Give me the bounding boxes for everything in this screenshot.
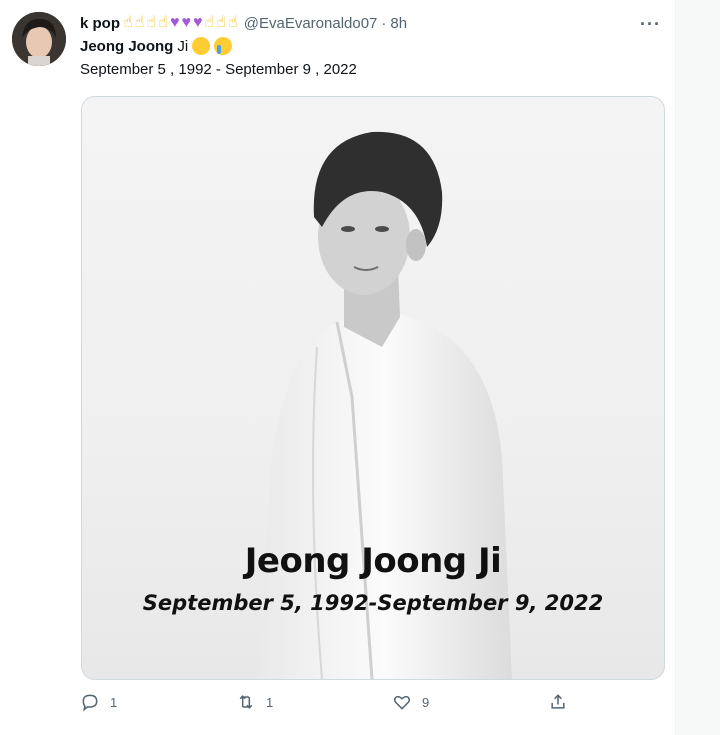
timestamp[interactable]: 8h xyxy=(390,15,407,32)
retweet-count: 1 xyxy=(266,694,274,710)
crying-face-emoji-icon xyxy=(214,37,233,55)
tweet-photo[interactable]: Jeong Joong Ji September 5, 1992-Septemb… xyxy=(81,96,665,680)
heart-icon xyxy=(393,695,411,710)
display-name[interactable]: k pop xyxy=(80,15,120,32)
share-icon xyxy=(551,694,565,709)
hand-emoji-icon: ☝ xyxy=(146,14,157,31)
reply-button[interactable]: 1 xyxy=(80,692,117,712)
avatar[interactable] xyxy=(12,12,66,66)
timeline-edge xyxy=(675,0,720,735)
like-button[interactable]: 9 xyxy=(392,692,429,712)
tweet-text-line1: Jeong Joong Ji xyxy=(80,37,233,55)
reply-count: 1 xyxy=(110,694,118,710)
photo-caption-title: Jeong Joong Ji xyxy=(244,541,502,581)
photo-caption-dates: September 5, 1992-September 9, 2022 xyxy=(142,591,604,615)
hand-emoji-icon: ☝ xyxy=(123,14,133,31)
separator: · xyxy=(381,14,387,32)
purple-heart-emoji-icon: ♥ xyxy=(170,14,180,31)
name-emojis: ☝ ☝ ☝ ☝ ♥ ♥ ♥ ☝ ☝ ☝ xyxy=(123,14,240,32)
tweet-text-line2: September 5 , 1992 - September 9 , 2022 xyxy=(80,61,357,78)
retweet-button[interactable]: 1 xyxy=(236,692,273,712)
user-handle[interactable]: @EvaEvaronaldo07 xyxy=(244,15,378,32)
hand-emoji-icon: ☝ xyxy=(134,14,145,31)
like-count: 9 xyxy=(422,694,430,710)
reply-icon xyxy=(82,694,98,712)
tweet-text-bold: Jeong Joong xyxy=(80,37,174,55)
retweet-icon xyxy=(239,695,253,709)
more-options-icon[interactable]: ··· xyxy=(640,14,661,35)
purple-heart-emoji-icon: ♥ xyxy=(181,14,192,31)
tweet[interactable]: k pop ☝ ☝ ☝ ☝ ♥ ♥ ♥ ☝ ☝ ☝ @EvaEvaronaldo… xyxy=(0,0,676,735)
tweet-text-rest: Ji xyxy=(177,37,189,55)
purple-heart-emoji-icon: ♥ xyxy=(193,14,203,31)
hand-emoji-icon: ☝ xyxy=(204,14,215,31)
hand-emoji-icon: ☝ xyxy=(216,14,226,31)
share-button[interactable] xyxy=(548,692,578,712)
tweet-header: k pop ☝ ☝ ☝ ☝ ♥ ♥ ♥ ☝ ☝ ☝ @EvaEvaronaldo… xyxy=(80,12,407,34)
face-emoji-icon xyxy=(192,37,211,55)
hand-emoji-icon: ☝ xyxy=(158,14,168,31)
hand-emoji-icon: ☝ xyxy=(228,14,238,31)
tweet-actions: 1 1 9 xyxy=(80,692,600,718)
